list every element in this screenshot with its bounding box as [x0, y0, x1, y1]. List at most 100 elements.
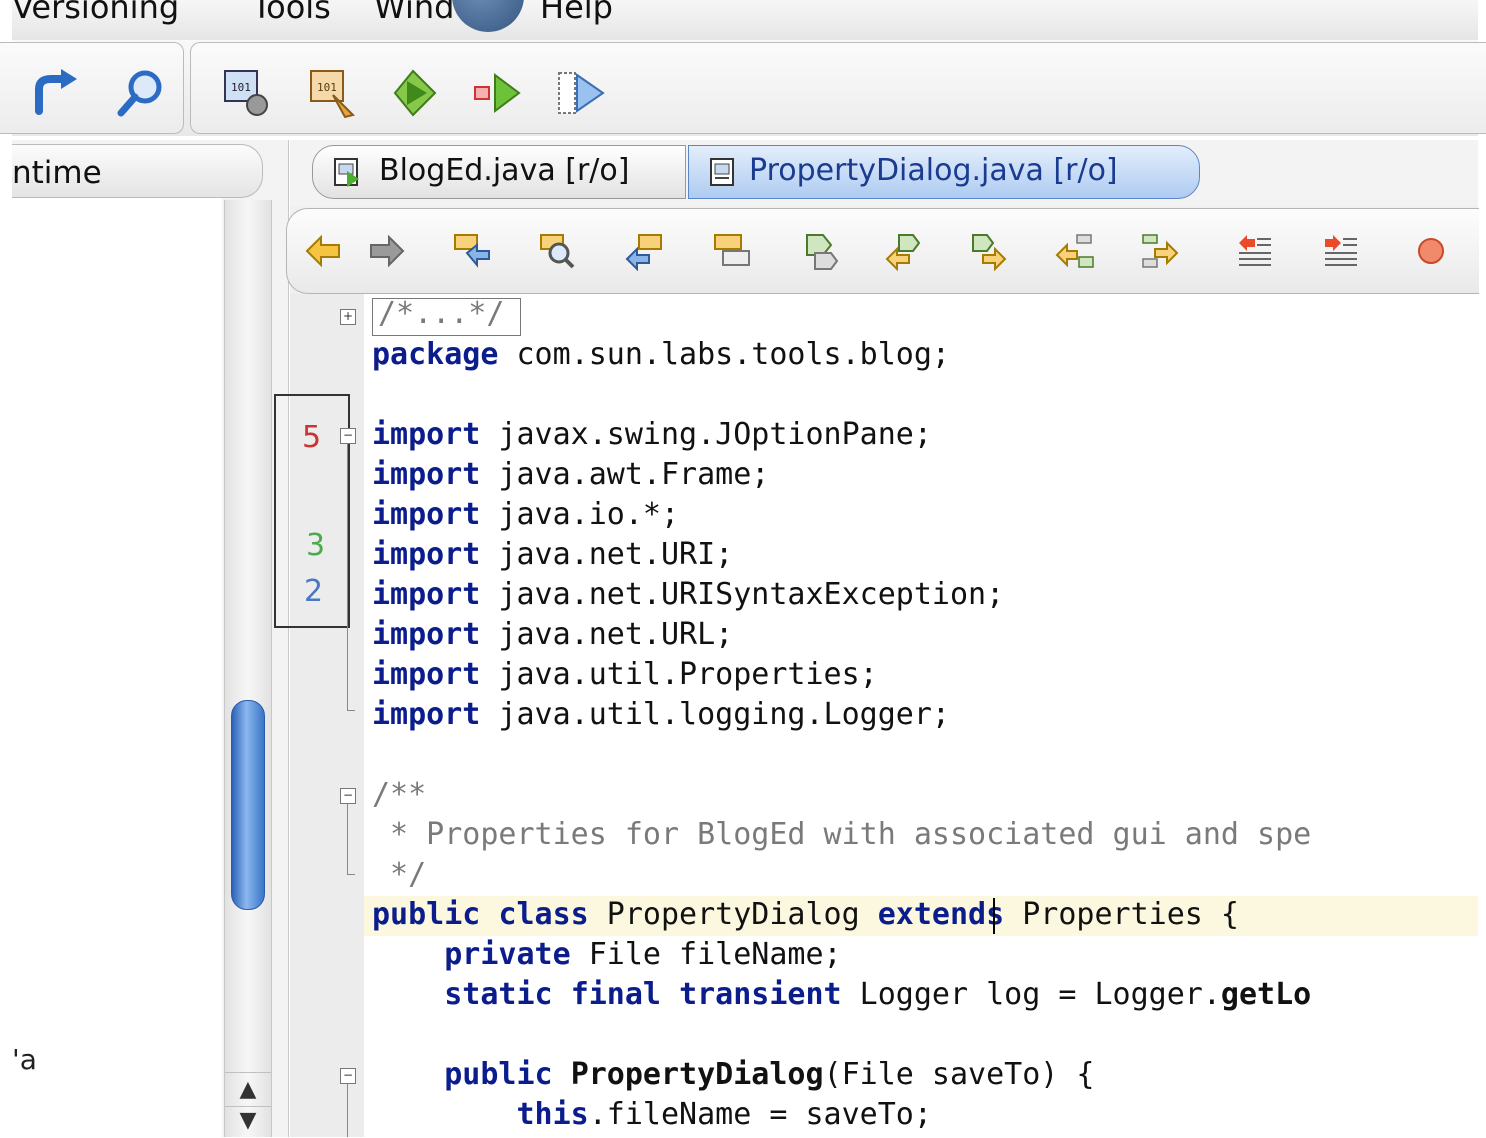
left-panel: ntime 'a ▲ ▼	[12, 140, 289, 1137]
javadoc-comment: * Properties for BlogEd with associated …	[372, 817, 1312, 852]
code-line: package com.sun.labs.tools.blog;	[372, 337, 950, 372]
tree-item[interactable]: 'a	[12, 1043, 37, 1076]
collapse-fold-icon[interactable]: −	[340, 1068, 356, 1084]
forward-icon[interactable]	[367, 231, 407, 271]
fold-guide	[347, 444, 348, 710]
build-project-icon[interactable]: 101	[219, 65, 275, 121]
menu-versioning[interactable]: Versioning	[12, 0, 179, 26]
code-line: /*...*/	[378, 296, 504, 331]
tab-label: BlogEd.java [r/o]	[379, 153, 630, 188]
editor-toolbar	[286, 206, 1479, 294]
java-file-icon	[710, 158, 734, 186]
gutter-change-count: 2	[304, 574, 324, 609]
javadoc-comment: */	[372, 857, 427, 892]
keyword: final	[570, 977, 661, 1012]
gutter-change-count: 5	[302, 420, 322, 455]
constructor-name: PropertyDialog	[570, 1057, 824, 1092]
keyword: public	[372, 897, 481, 932]
code-text: java.awt.Frame;	[480, 457, 770, 492]
code-text: java.net.URISyntaxException;	[480, 577, 1005, 612]
menu-help[interactable]: Help	[540, 0, 613, 26]
collapsed-comment: /*...*/	[378, 296, 505, 331]
toggle-bookmark-icon[interactable]	[969, 231, 1009, 271]
code-text: Logger log = Logger.	[841, 977, 1221, 1012]
keyword: import	[372, 417, 481, 452]
expand-fold-icon[interactable]: +	[340, 309, 356, 325]
main-toolbar: 101 101	[0, 40, 1486, 136]
gutter-change-count: 3	[306, 528, 326, 563]
debug-icon[interactable]	[471, 65, 527, 121]
record-macro-icon[interactable]	[1411, 231, 1451, 271]
code-line: public PropertyDialog(File saveTo) {	[372, 1057, 1095, 1092]
find-previous-icon[interactable]	[623, 231, 663, 271]
keyword: import	[372, 497, 481, 532]
tab-blogged-java[interactable]: BlogEd.java [r/o]	[312, 145, 686, 199]
keyword: import	[372, 457, 481, 492]
code-text: java.util.Properties;	[480, 657, 878, 692]
keyword: static	[444, 977, 553, 1012]
scrollbar-thumb[interactable]	[231, 700, 265, 910]
toggle-highlight-icon[interactable]	[711, 231, 751, 271]
collapse-fold-icon[interactable]: −	[340, 788, 356, 804]
code-text: .fileName = saveTo;	[588, 1097, 932, 1132]
left-panel-tree: 'a	[12, 198, 222, 1137]
find-icon[interactable]	[537, 231, 577, 271]
keyword: import	[372, 697, 481, 732]
code-text: java.net.URL;	[480, 617, 734, 652]
run-icon[interactable]	[387, 65, 443, 121]
next-bookmark-icon[interactable]	[883, 231, 923, 271]
previous-bookmark-icon[interactable]	[801, 231, 841, 271]
back-icon[interactable]	[303, 231, 343, 271]
scroll-down-arrow-icon[interactable]: ▼	[225, 1106, 271, 1138]
code-line: this.fileName = saveTo;	[372, 1097, 932, 1132]
svg-text:101: 101	[231, 81, 251, 94]
code-text: javax.swing.JOptionPane;	[480, 417, 932, 452]
code-line: import java.util.Properties;	[372, 657, 878, 692]
shift-left-icon[interactable]	[1055, 231, 1095, 271]
code-text: java.io.*;	[480, 497, 680, 532]
keyword: import	[372, 537, 481, 572]
shift-right-icon[interactable]	[1139, 231, 1179, 271]
editor-toolbar-frame	[286, 208, 1479, 294]
editor-tab-bar: BlogEd.java [r/o] PropertyDialog.java [r…	[290, 140, 1478, 206]
toolbar-group-build: 101 101	[190, 42, 1486, 134]
code-line: public class PropertyDialog extends Prop…	[372, 897, 1239, 932]
keyword: import	[372, 577, 481, 612]
text-cursor	[993, 898, 995, 934]
menu-bar: Versioning Tools Window Help	[12, 0, 1478, 41]
keyword: private	[444, 937, 571, 972]
code-line: import java.net.URI;	[372, 537, 733, 572]
keyword: import	[372, 617, 481, 652]
keyword: transient	[679, 977, 842, 1012]
menu-tools[interactable]: Tools	[252, 0, 331, 26]
java-file-icon	[334, 158, 359, 187]
method-call: getLo	[1220, 977, 1312, 1012]
tab-propertydialog-java[interactable]: PropertyDialog.java [r/o]	[688, 145, 1200, 199]
comment-icon[interactable]	[1235, 231, 1275, 271]
code-text: Properties {	[1004, 897, 1239, 932]
profile-icon[interactable]	[555, 65, 611, 121]
notification-bubble-icon	[452, 0, 524, 32]
find-icon[interactable]	[113, 65, 169, 121]
code-line: */	[372, 857, 426, 892]
keyword: import	[372, 657, 481, 692]
left-panel-scrollbar[interactable]: ▲ ▼	[224, 200, 272, 1137]
fold-guide	[347, 1084, 348, 1137]
code-line: /**	[372, 777, 426, 812]
code-line: import java.io.*;	[372, 497, 679, 532]
uncomment-icon[interactable]	[1321, 231, 1361, 271]
code-text: java.net.URI;	[480, 537, 734, 572]
tab-label: PropertyDialog.java [r/o]	[749, 153, 1118, 188]
code-line: static final transient Logger log = Logg…	[372, 977, 1311, 1012]
code-text: (File saveTo) {	[823, 1057, 1095, 1092]
redo-icon[interactable]	[29, 65, 85, 121]
scroll-up-arrow-icon[interactable]: ▲	[225, 1072, 271, 1107]
clean-build-icon[interactable]: 101	[303, 65, 359, 121]
collapse-fold-icon[interactable]: −	[340, 428, 356, 444]
code-text: com.sun.labs.tools.blog;	[498, 337, 950, 372]
code-line: import java.util.logging.Logger;	[372, 697, 950, 732]
keyword: extends	[877, 897, 1005, 932]
find-selection-icon[interactable]	[451, 231, 491, 271]
runtime-tab[interactable]: ntime	[12, 144, 263, 198]
code-line: * Properties for BlogEd with associated …	[372, 817, 1311, 852]
